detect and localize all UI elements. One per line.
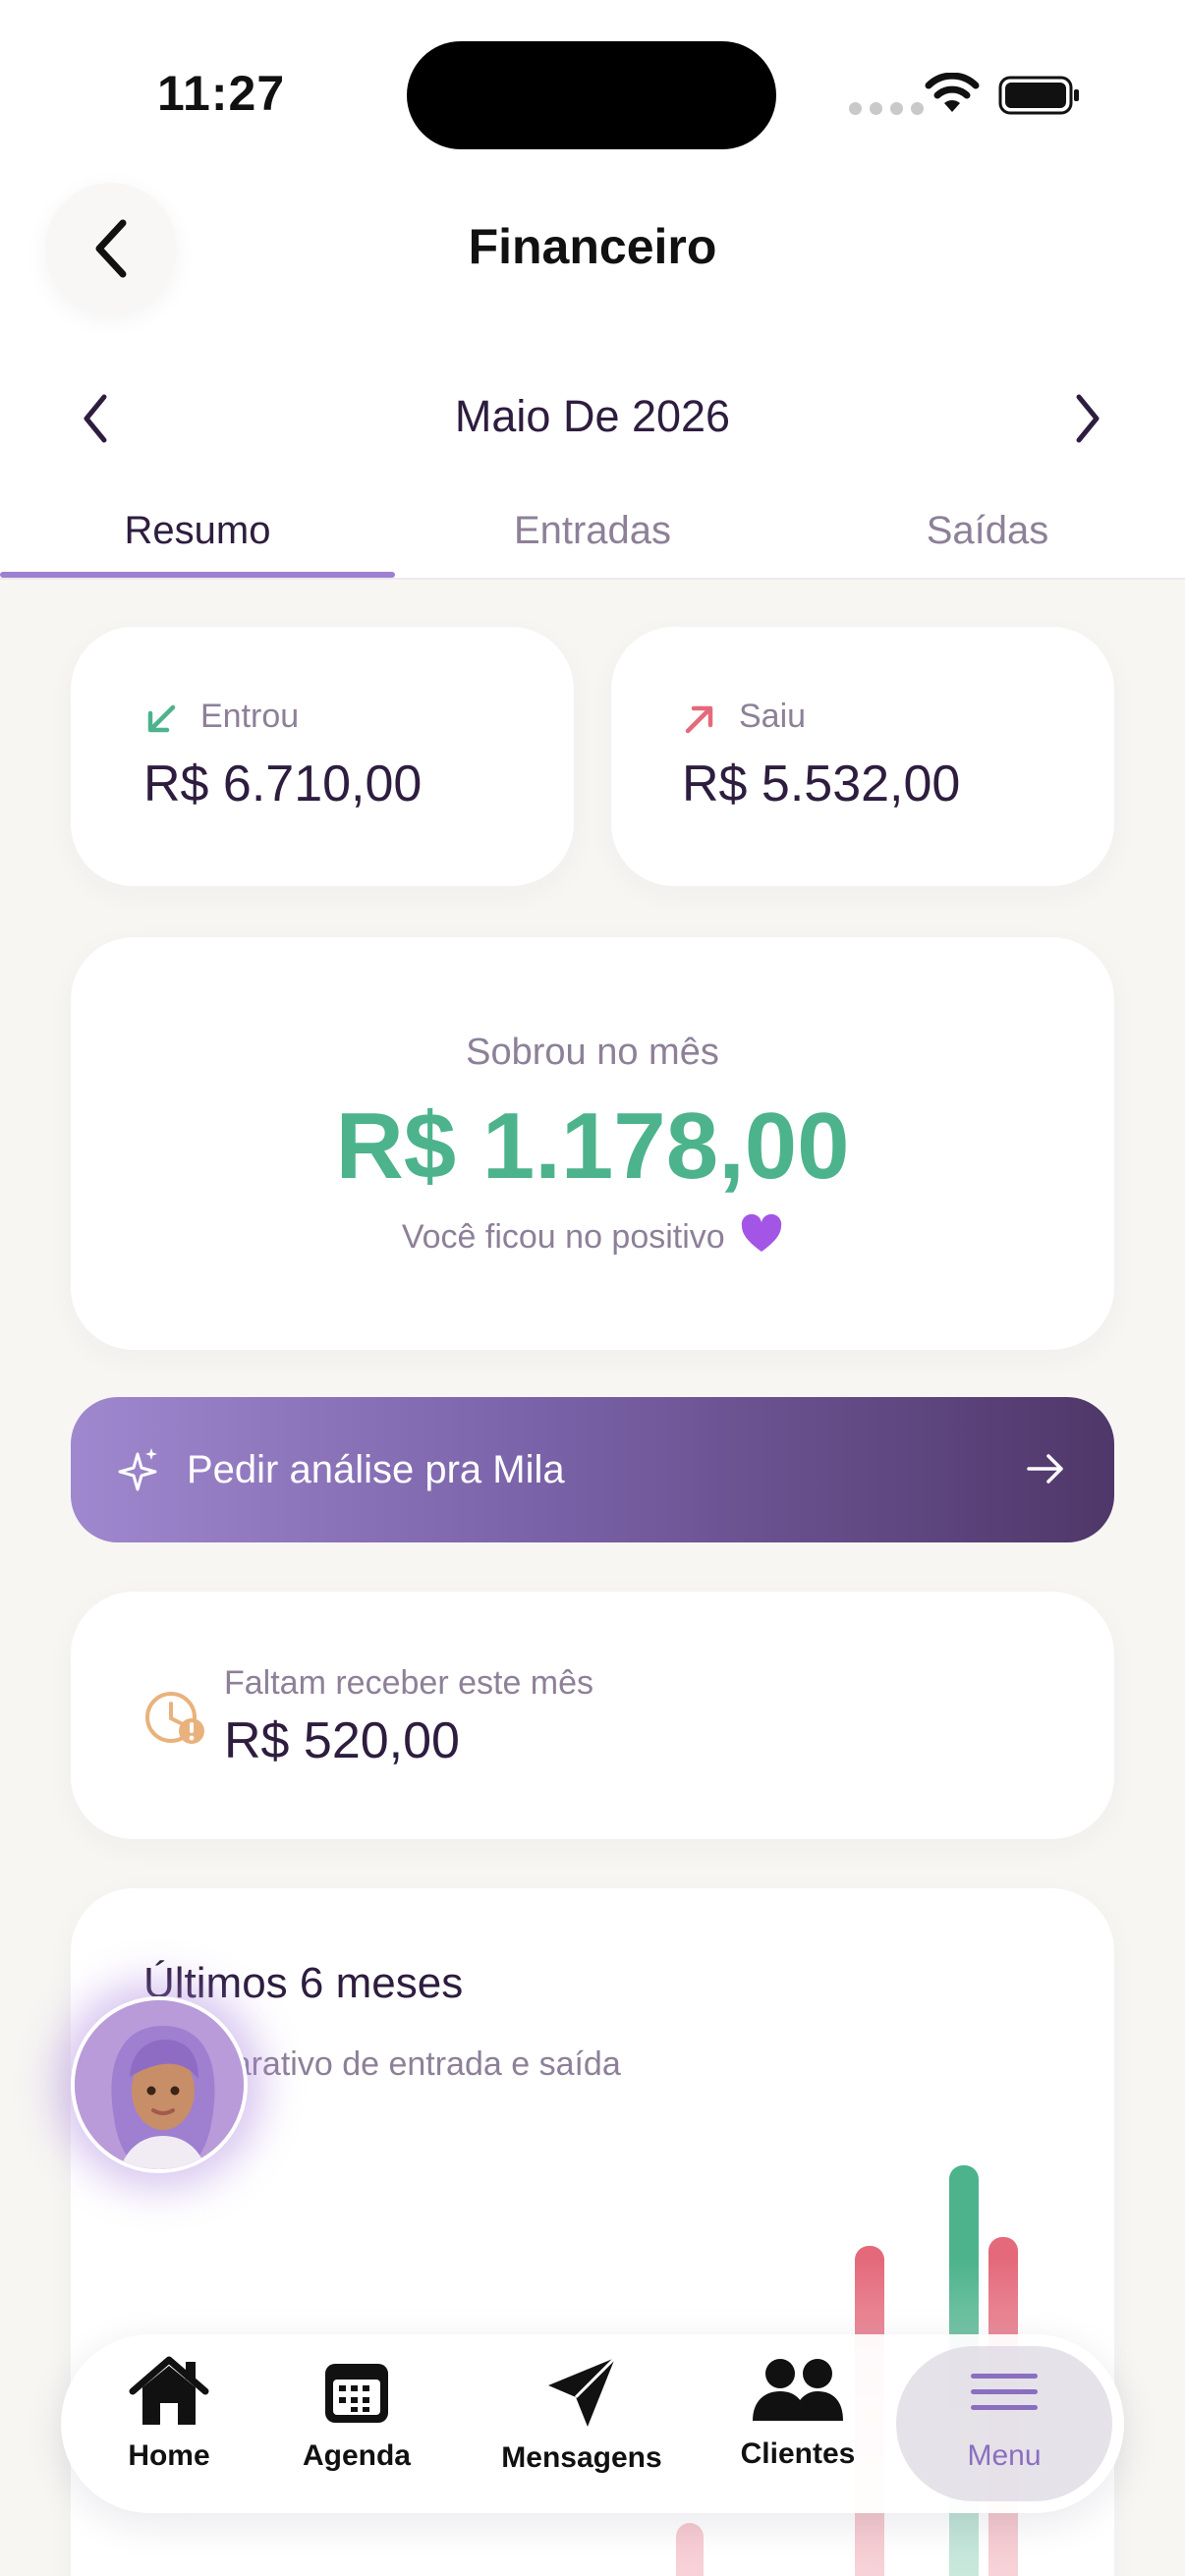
purple-heart-icon xyxy=(741,1214,782,1252)
battery-icon xyxy=(998,76,1079,115)
home-icon xyxy=(129,2356,209,2425)
next-month-button[interactable] xyxy=(1071,391,1104,446)
nav-messages[interactable]: Mensagens xyxy=(493,2356,670,2475)
nav-home-label: Home xyxy=(128,2439,210,2472)
nav-messages-label: Mensagens xyxy=(501,2441,662,2474)
expense-value: R$ 5.532,00 xyxy=(682,756,961,812)
status-time: 11:27 xyxy=(157,66,286,121)
month-label: Maio De 2026 xyxy=(454,391,731,441)
menu-icon xyxy=(971,2374,1038,2410)
pending-value: R$ 520,00 xyxy=(224,1712,460,1769)
active-tab-indicator xyxy=(0,572,395,578)
send-icon xyxy=(548,2356,617,2427)
ask-mila-label: Pedir análise pra Mila xyxy=(187,1448,565,1491)
bottom-navigation: Home Agenda Mensagens Clientes Menu xyxy=(61,2334,1124,2513)
expense-label: Saiu xyxy=(739,698,807,735)
calendar-icon xyxy=(325,2364,388,2423)
nav-home[interactable]: Home xyxy=(90,2356,248,2473)
nav-clients-label: Clientes xyxy=(740,2437,856,2470)
tab-bar: Resumo Entradas Saídas xyxy=(0,491,1185,580)
status-bar: 11:27 xyxy=(0,0,1185,177)
arrow-right-icon xyxy=(1027,1454,1063,1484)
nav-agenda-label: Agenda xyxy=(302,2439,411,2472)
nav-menu[interactable]: Menu xyxy=(926,2356,1083,2473)
balance-value: R$ 1.178,00 xyxy=(335,1093,850,1199)
nav-clients[interactable]: Clientes xyxy=(719,2356,876,2471)
nav-agenda[interactable]: Agenda xyxy=(277,2356,436,2473)
tab-entradas[interactable]: Entradas xyxy=(395,509,790,553)
users-icon xyxy=(753,2359,843,2421)
tab-resumo[interactable]: Resumo xyxy=(0,509,395,553)
tab-saidas[interactable]: Saídas xyxy=(790,509,1185,553)
sparkle-icon xyxy=(118,1448,157,1491)
balance-note-text: Você ficou no positivo xyxy=(401,1218,725,1256)
clock-warning-icon xyxy=(145,1692,204,1744)
mila-avatar-image xyxy=(75,2000,244,2169)
chart-title: Últimos 6 meses xyxy=(143,1959,464,2007)
balance-label: Sobrou no mês xyxy=(466,1032,719,1073)
arrow-up-right-icon xyxy=(685,705,713,734)
wifi-icon xyxy=(925,73,980,112)
mila-assistant-avatar[interactable] xyxy=(71,1996,248,2173)
income-value: R$ 6.710,00 xyxy=(143,756,423,812)
page-title: Financeiro xyxy=(468,219,717,274)
income-label: Entrou xyxy=(200,698,300,735)
balance-note: Você ficou no positivo xyxy=(0,1214,1185,1257)
dynamic-island xyxy=(407,41,776,149)
nav-menu-label: Menu xyxy=(967,2439,1042,2472)
pending-label: Faltam receber este mês xyxy=(224,1664,594,1702)
signal-icon xyxy=(849,102,924,115)
arrow-down-left-icon xyxy=(147,704,176,733)
